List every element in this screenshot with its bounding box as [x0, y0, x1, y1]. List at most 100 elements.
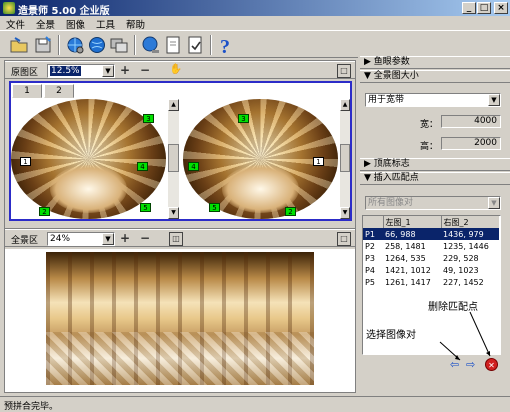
- match-point-marker[interactable]: 3: [238, 114, 249, 123]
- save-icon[interactable]: [32, 34, 54, 56]
- left-coord: 258, 1481: [385, 241, 426, 251]
- scroll-up-icon[interactable]: ▲: [340, 99, 350, 111]
- source-zoom-select[interactable]: 12.5% ▼: [47, 64, 115, 78]
- match-point-marker[interactable]: 4: [188, 162, 199, 171]
- next-pair-icon[interactable]: ⇨: [466, 359, 480, 371]
- match-point-marker[interactable]: 3: [143, 114, 154, 123]
- panorama-size-label: 全景图大小: [373, 71, 419, 81]
- match-point-marker[interactable]: 4: [137, 162, 148, 171]
- height-label: 高：: [420, 142, 439, 152]
- panorama-zoom-select[interactable]: 24% ▼: [47, 232, 115, 246]
- match-points-table: 左图_1 右图_2 P1 66, 988 1436, 979 P2 258, 1481…: [363, 216, 499, 288]
- panorama-area-label: 全景区: [11, 236, 39, 246]
- maximize-panorama-button[interactable]: □: [337, 232, 351, 246]
- toolbar-separator: [134, 35, 136, 55]
- left-coord: 66, 988: [385, 229, 416, 239]
- menu-tools[interactable]: 工具: [96, 17, 115, 31]
- right-coord: 1436, 979: [443, 229, 484, 239]
- zoom-in-button[interactable]: +: [118, 64, 132, 78]
- row-id: P5: [365, 277, 375, 287]
- scroll-thumb[interactable]: [168, 144, 179, 172]
- column-header[interactable]: 左图_1: [383, 216, 442, 228]
- match-point-marker[interactable]: 5: [209, 203, 220, 212]
- zoom-out-button[interactable]: −: [138, 64, 152, 78]
- chevron-down-icon: ▼: [488, 197, 500, 209]
- globe-gear-icon[interactable]: [64, 34, 86, 56]
- split-view-icon[interactable]: ◫: [169, 232, 183, 246]
- title-bar: 造景师 5.00 企业版 _ □ ×: [0, 0, 510, 17]
- source-toolbar: 原图区 12.5% ▼ + − ✋ □: [5, 61, 355, 79]
- fisheye-params-header[interactable]: ▶ 鱼眼参数: [360, 56, 510, 69]
- fisheye-params-label: 鱼眼参数: [373, 57, 410, 67]
- photos-icon[interactable]: [108, 34, 130, 56]
- row-id: P1: [365, 229, 375, 239]
- menu-file[interactable]: 文件: [6, 17, 25, 31]
- help-icon[interactable]: ?: [214, 34, 236, 58]
- chevron-down-icon: ▼: [102, 65, 114, 77]
- stitched-panorama-image[interactable]: [46, 252, 314, 385]
- menu-help[interactable]: 帮助: [126, 17, 145, 31]
- tab-image-2[interactable]: 2: [44, 84, 74, 98]
- top-bottom-marker-header[interactable]: ▶ 顶底标志: [360, 158, 510, 171]
- insert-match-points-label: 插入匹配点: [373, 173, 419, 183]
- scroll-down-icon[interactable]: ▼: [340, 207, 350, 219]
- toolbar: ?: [0, 30, 510, 58]
- tab-image-1[interactable]: 1: [12, 84, 42, 98]
- left-coord: 1261, 1417: [385, 277, 431, 287]
- open-folder-icon[interactable]: [8, 34, 30, 56]
- toolbar-separator: [210, 35, 212, 55]
- menu-panorama[interactable]: 全景: [36, 17, 55, 31]
- right-coord: 1235, 1446: [443, 241, 489, 251]
- zoom-in-button[interactable]: +: [118, 232, 132, 246]
- table-row[interactable]: P5 1261, 1417 227, 1452: [363, 276, 499, 288]
- left-coord: 1421, 1012: [385, 265, 431, 275]
- delete-point-icon[interactable]: ✕: [485, 358, 498, 371]
- prev-pair-icon[interactable]: ⇦: [450, 359, 464, 371]
- minimize-button[interactable]: _: [462, 2, 476, 14]
- image-pair-select[interactable]: 所有图像对 ▼: [365, 196, 501, 210]
- table-row[interactable]: P3 1264, 535 229, 528: [363, 252, 499, 264]
- globe-icon[interactable]: [86, 34, 108, 56]
- insert-match-points-header[interactable]: ▼ 插入匹配点: [360, 172, 510, 185]
- left-vertical-scrollbar[interactable]: ▲ ▼: [167, 99, 179, 219]
- table-row[interactable]: P2 258, 1481 1235, 1446: [363, 240, 499, 252]
- row-id: P4: [365, 265, 375, 275]
- edit-page-icon[interactable]: [184, 34, 206, 56]
- match-point-marker[interactable]: 1: [20, 157, 31, 166]
- zoom-out-button[interactable]: −: [138, 232, 152, 246]
- top-bottom-marker-label: 顶底标志: [373, 159, 410, 169]
- match-point-marker[interactable]: 2: [39, 207, 50, 216]
- svg-text:?: ?: [220, 36, 230, 56]
- row-id: P2: [365, 241, 375, 251]
- size-mode-select[interactable]: 用于宽带 ▼: [365, 93, 501, 107]
- scroll-down-icon[interactable]: ▼: [168, 207, 179, 219]
- status-text: 预拼合完毕。: [4, 402, 59, 412]
- right-vertical-scrollbar[interactable]: ▲ ▼: [339, 99, 350, 219]
- table-row[interactable]: P4 1421, 1012 49, 1023: [363, 264, 499, 276]
- close-button[interactable]: ×: [494, 2, 508, 14]
- source-area-label: 原图区: [11, 68, 39, 78]
- menu-image[interactable]: 图像: [66, 17, 85, 31]
- panorama-size-header[interactable]: ▼ 全景图大小: [360, 70, 510, 83]
- blank-page-icon[interactable]: [162, 34, 184, 56]
- width-field[interactable]: 4000: [441, 115, 501, 128]
- match-point-marker[interactable]: 5: [140, 203, 151, 212]
- left-coord: 1264, 535: [385, 253, 426, 263]
- toolbar-separator: [58, 35, 60, 55]
- scroll-thumb[interactable]: [340, 144, 350, 172]
- menu-bar: 文件 全景 图像 工具 帮助: [0, 16, 510, 31]
- app-logo-icon: [3, 2, 15, 14]
- globe-export-icon[interactable]: [140, 34, 162, 56]
- pan-hand-icon[interactable]: ✋: [169, 64, 183, 78]
- right-coord: 229, 528: [443, 253, 479, 263]
- panorama-toolbar: 全景区 24% ▼ + − ◫ □: [5, 229, 355, 247]
- height-field[interactable]: 2000: [441, 137, 501, 150]
- maximize-button[interactable]: □: [477, 2, 491, 14]
- right-coord: 227, 1452: [443, 277, 484, 287]
- match-point-marker[interactable]: 2: [285, 207, 296, 216]
- column-header[interactable]: 右图_2: [441, 216, 499, 228]
- match-point-marker[interactable]: 1: [313, 157, 324, 166]
- scroll-up-icon[interactable]: ▲: [168, 99, 179, 111]
- table-row[interactable]: P1 66, 988 1436, 979: [363, 228, 499, 240]
- maximize-source-button[interactable]: □: [337, 64, 351, 78]
